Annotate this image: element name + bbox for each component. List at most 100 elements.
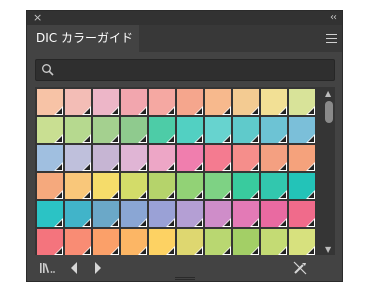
color-swatch[interactable]	[65, 201, 91, 227]
color-swatch[interactable]	[37, 117, 63, 143]
spot-color-marker-icon	[140, 108, 146, 114]
color-swatch[interactable]	[149, 117, 175, 143]
color-swatch[interactable]	[37, 89, 63, 115]
color-swatch[interactable]	[93, 117, 119, 143]
close-icon[interactable]: ×	[33, 11, 42, 25]
search-field[interactable]	[35, 59, 335, 81]
scroll-up-arrow-icon[interactable]: ▲	[325, 89, 331, 99]
color-swatch[interactable]	[261, 117, 287, 143]
color-swatch[interactable]	[289, 173, 315, 199]
color-swatch[interactable]	[289, 229, 315, 255]
color-swatch[interactable]	[289, 201, 315, 227]
spot-color-marker-icon	[196, 192, 202, 198]
spot-color-marker-icon	[140, 248, 146, 254]
color-swatch[interactable]	[205, 229, 231, 255]
spot-color-marker-icon	[56, 192, 62, 198]
color-swatch[interactable]	[289, 117, 315, 143]
color-swatch[interactable]	[233, 89, 259, 115]
color-swatch[interactable]	[205, 173, 231, 199]
color-swatch[interactable]	[177, 229, 203, 255]
color-swatch[interactable]	[177, 89, 203, 115]
spot-color-marker-icon	[56, 108, 62, 114]
color-swatch[interactable]	[121, 145, 147, 171]
color-swatch[interactable]	[65, 145, 91, 171]
color-swatch[interactable]	[149, 229, 175, 255]
spot-color-marker-icon	[84, 164, 90, 170]
color-swatch[interactable]	[37, 145, 63, 171]
color-swatch[interactable]	[121, 229, 147, 255]
tab-dic-color-guide[interactable]: DIC カラーガイド	[27, 25, 139, 52]
spot-color-marker-icon	[168, 192, 174, 198]
color-swatch[interactable]	[205, 145, 231, 171]
color-swatch[interactable]	[233, 117, 259, 143]
spot-color-marker-icon	[140, 192, 146, 198]
color-swatch[interactable]	[121, 89, 147, 115]
spot-color-marker-icon	[252, 108, 258, 114]
color-swatch[interactable]	[37, 201, 63, 227]
no-edit-icon[interactable]	[293, 261, 307, 275]
color-swatch[interactable]	[93, 173, 119, 199]
color-swatch[interactable]	[233, 229, 259, 255]
color-swatch[interactable]	[177, 173, 203, 199]
spot-color-marker-icon	[308, 164, 314, 170]
spot-color-marker-icon	[196, 136, 202, 142]
spot-color-marker-icon	[140, 164, 146, 170]
color-swatch[interactable]	[149, 145, 175, 171]
color-swatch[interactable]	[121, 117, 147, 143]
vertical-scrollbar[interactable]: ▲ ▼	[323, 89, 335, 255]
color-swatch[interactable]	[149, 173, 175, 199]
search-input[interactable]	[58, 62, 332, 80]
panel-title-bar[interactable]: × ‹‹	[27, 11, 342, 25]
spot-color-marker-icon	[252, 164, 258, 170]
panel-menu-icon[interactable]	[326, 34, 337, 43]
color-swatch[interactable]	[65, 89, 91, 115]
color-swatch[interactable]	[93, 89, 119, 115]
color-swatch[interactable]	[233, 201, 259, 227]
spot-color-marker-icon	[168, 108, 174, 114]
color-swatch[interactable]	[233, 145, 259, 171]
color-swatch[interactable]	[205, 201, 231, 227]
color-swatch[interactable]	[261, 229, 287, 255]
collapse-panel-icon[interactable]: ‹‹	[330, 11, 337, 25]
color-swatch[interactable]	[93, 201, 119, 227]
color-swatch[interactable]	[65, 117, 91, 143]
next-arrow-icon[interactable]	[93, 261, 103, 275]
color-swatch[interactable]	[37, 229, 63, 255]
color-swatch[interactable]	[149, 201, 175, 227]
color-swatch[interactable]	[37, 173, 63, 199]
color-swatch[interactable]	[261, 201, 287, 227]
color-swatch[interactable]	[205, 89, 231, 115]
previous-arrow-icon[interactable]	[69, 261, 79, 275]
color-swatch[interactable]	[261, 173, 287, 199]
color-swatch[interactable]	[121, 173, 147, 199]
spot-color-marker-icon	[280, 220, 286, 226]
library-icon[interactable]	[39, 261, 57, 275]
spot-color-marker-icon	[280, 108, 286, 114]
color-swatch[interactable]	[65, 229, 91, 255]
resize-grip[interactable]	[175, 277, 195, 281]
color-swatch[interactable]	[177, 201, 203, 227]
spot-color-marker-icon	[280, 248, 286, 254]
swatch-grid	[37, 89, 315, 255]
color-swatch[interactable]	[233, 173, 259, 199]
spot-color-marker-icon	[196, 164, 202, 170]
spot-color-marker-icon	[84, 192, 90, 198]
color-swatch[interactable]	[289, 145, 315, 171]
spot-color-marker-icon	[196, 220, 202, 226]
spot-color-marker-icon	[252, 192, 258, 198]
color-swatch[interactable]	[177, 145, 203, 171]
color-swatch[interactable]	[121, 201, 147, 227]
color-swatch[interactable]	[93, 229, 119, 255]
color-swatch[interactable]	[149, 89, 175, 115]
color-swatch[interactable]	[93, 145, 119, 171]
color-swatch[interactable]	[289, 89, 315, 115]
spot-color-marker-icon	[56, 136, 62, 142]
color-swatch[interactable]	[177, 117, 203, 143]
spot-color-marker-icon	[224, 220, 230, 226]
scroll-down-arrow-icon[interactable]: ▼	[325, 245, 331, 255]
scrollbar-thumb[interactable]	[325, 101, 333, 123]
color-swatch[interactable]	[65, 173, 91, 199]
color-swatch[interactable]	[205, 117, 231, 143]
color-swatch[interactable]	[261, 89, 287, 115]
color-swatch[interactable]	[261, 145, 287, 171]
